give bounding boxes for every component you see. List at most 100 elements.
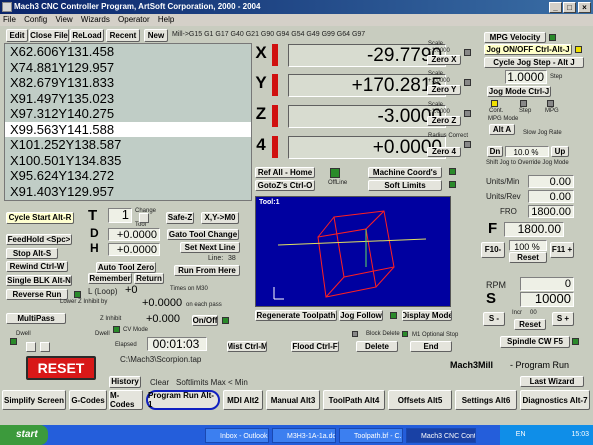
- goto-zero-button[interactable]: GotoZ's Ctrl-O: [255, 180, 315, 191]
- spindle-down-button[interactable]: S -: [483, 312, 505, 326]
- jog-toggle-button[interactable]: Jog ON/OFF Ctrl-Alt-J: [484, 44, 572, 55]
- zero-axis-button[interactable]: Zero 4: [427, 147, 461, 157]
- regenerate-toolpath-button[interactable]: Regenerate Toolpath: [255, 310, 337, 321]
- z-inhibit-value[interactable]: +0.000: [146, 313, 180, 325]
- delete-button[interactable]: Delete: [356, 341, 398, 352]
- axis-ref-indicator[interactable]: [272, 136, 278, 158]
- reverse-run-button[interactable]: Reverse Run: [6, 289, 68, 300]
- tool-height-field[interactable]: +0.0000: [108, 243, 160, 256]
- history-button[interactable]: History: [109, 376, 141, 388]
- task-toolpath[interactable]: Toolpath.bf - C...: [339, 428, 403, 443]
- step-field[interactable]: 1.0000: [505, 70, 547, 84]
- ref-all-button[interactable]: Ref All - Home: [255, 167, 315, 178]
- gato-tool-change-button[interactable]: Gato Tool Change: [167, 229, 239, 240]
- soft-limits-button[interactable]: Soft Limits: [368, 180, 442, 191]
- axis-ref-indicator[interactable]: [272, 44, 278, 66]
- rewind-button[interactable]: Rewind Ctrl-W: [6, 261, 68, 272]
- gcode-line[interactable]: X99.563Y141.588: [5, 121, 251, 137]
- cv-square[interactable]: [40, 342, 50, 352]
- task-document[interactable]: M3H3-1A-1a.do...: [272, 428, 336, 443]
- remember-button[interactable]: Remember: [88, 273, 132, 284]
- clear-label[interactable]: Clear: [150, 378, 169, 387]
- tab-m-codes[interactable]: M-Codes: [109, 390, 143, 410]
- gcode-listing[interactable]: X62.606Y131.458 X74.881Y129.957 X82.679Y13…: [4, 43, 252, 201]
- loop-value[interactable]: +0: [125, 284, 138, 296]
- jog-down-button[interactable]: Dn: [487, 146, 503, 157]
- tab-offsets[interactable]: Offsets Alt5: [388, 390, 452, 410]
- feed-reset-button[interactable]: Reset: [509, 252, 547, 263]
- tab-g-codes[interactable]: G-Codes: [69, 390, 107, 410]
- gcode-line[interactable]: X74.881Y129.957: [5, 60, 251, 76]
- task-outlook[interactable]: Inbox - Outlook ...: [205, 428, 269, 443]
- display-mode-button[interactable]: Display Mode: [402, 310, 452, 321]
- tab-program-run[interactable]: Program Run Alt-1: [146, 390, 220, 410]
- feedrate-field[interactable]: 1800.00: [504, 222, 564, 237]
- language-indicator[interactable]: EN: [516, 431, 526, 438]
- gcode-line[interactable]: X91.497Y135.023: [5, 91, 251, 107]
- axis-ref-indicator[interactable]: [272, 74, 278, 96]
- tab-manual[interactable]: Manual Alt3: [266, 390, 320, 410]
- axis-dro[interactable]: -29.7790: [288, 44, 446, 67]
- spindle-speed-field[interactable]: 10000: [520, 292, 574, 307]
- flood-button[interactable]: Flood Ctrl-F: [291, 341, 339, 352]
- menu-help[interactable]: Help: [158, 15, 174, 24]
- axis-dro[interactable]: +170.2815: [288, 74, 446, 97]
- spindle-reset-button[interactable]: Reset: [514, 319, 546, 330]
- new-button[interactable]: New: [144, 29, 168, 42]
- machine-coords-button[interactable]: Machine Coord's: [368, 167, 442, 178]
- stop-button[interactable]: Stop Alt-S: [6, 248, 58, 259]
- zero-axis-button[interactable]: Zero Y: [427, 85, 461, 95]
- tab-toolpath[interactable]: ToolPath Alt4: [323, 390, 385, 410]
- gcode-line[interactable]: X82.679Y131.833: [5, 75, 251, 91]
- tool-change-square[interactable]: [139, 213, 149, 223]
- multipass-button[interactable]: MultiPass: [6, 313, 66, 324]
- menu-config[interactable]: Config: [24, 15, 47, 24]
- minimize-button[interactable]: _: [549, 2, 562, 13]
- run-from-here-button[interactable]: Run From Here: [174, 265, 240, 276]
- maximize-button[interactable]: □: [563, 2, 576, 13]
- safe-z-button[interactable]: Safe-Z: [166, 212, 194, 224]
- gcode-line[interactable]: X95.624Y134.272: [5, 168, 251, 184]
- toolpath-viewer[interactable]: Tool:1: [255, 196, 451, 307]
- axis-dro[interactable]: +0.0000: [288, 136, 446, 159]
- feedhold-button[interactable]: FeedHold <Spc>: [6, 234, 72, 245]
- start-button[interactable]: start: [0, 425, 48, 445]
- mist-button[interactable]: Mist Ctrl-M: [227, 341, 267, 352]
- reset-button[interactable]: RESET: [26, 356, 96, 380]
- menu-view[interactable]: View: [55, 15, 72, 24]
- gcode-line[interactable]: X62.606Y131.458: [5, 44, 251, 60]
- zero-axis-button[interactable]: Zero X: [427, 55, 461, 65]
- tool-number-field[interactable]: 1: [108, 208, 132, 223]
- menu-operator[interactable]: Operator: [118, 15, 150, 24]
- axis-ref-indicator[interactable]: [272, 105, 278, 127]
- jog-rate-field[interactable]: 10.0 %: [505, 146, 549, 157]
- gcode-line[interactable]: X101.252Y138.587: [5, 137, 251, 153]
- edit-button[interactable]: Edit: [6, 29, 28, 42]
- recent-button[interactable]: Recent: [106, 29, 140, 42]
- zero-axis-button[interactable]: Zero Z: [427, 116, 461, 126]
- single-block-button[interactable]: Single BLK Alt-N: [6, 275, 72, 286]
- last-wizard-button[interactable]: Last Wizard: [520, 376, 584, 387]
- z-inhibit-toggle-button[interactable]: On/Off: [192, 315, 218, 326]
- spindle-up-button[interactable]: S +: [552, 312, 574, 326]
- jog-step-button[interactable]: Cycle Jog Step - Alt J: [484, 57, 584, 68]
- alt-a-button[interactable]: Alt A: [489, 124, 515, 135]
- tab-mdi[interactable]: MDI Alt2: [223, 390, 263, 410]
- dwell-square[interactable]: [26, 342, 36, 352]
- menu-wizards[interactable]: Wizards: [81, 15, 110, 24]
- feed-down-button[interactable]: F10-: [481, 242, 505, 258]
- menu-file[interactable]: File: [3, 15, 16, 24]
- reload-button[interactable]: ReLoad: [70, 29, 104, 42]
- gcode-line[interactable]: X100.501Y134.835: [5, 153, 251, 169]
- axis-dro[interactable]: -3.0000: [288, 105, 446, 128]
- cycle-start-button[interactable]: Cycle Start Alt-R: [6, 212, 74, 224]
- set-next-line-button[interactable]: Set Next Line: [180, 242, 240, 253]
- xy-m0-button[interactable]: X,Y->M0: [201, 212, 239, 224]
- feed-up-button[interactable]: F11 +: [550, 242, 574, 258]
- mpg-velocity-button[interactable]: MPG Velocity: [484, 32, 546, 43]
- tool-diameter-field[interactable]: +0.0000: [108, 228, 160, 241]
- gcode-line[interactable]: X97.312Y140.275: [5, 106, 251, 122]
- return-button[interactable]: Return: [134, 273, 164, 284]
- jog-follow-button[interactable]: Jog Follow: [339, 310, 383, 321]
- jog-up-button[interactable]: Up: [551, 146, 569, 157]
